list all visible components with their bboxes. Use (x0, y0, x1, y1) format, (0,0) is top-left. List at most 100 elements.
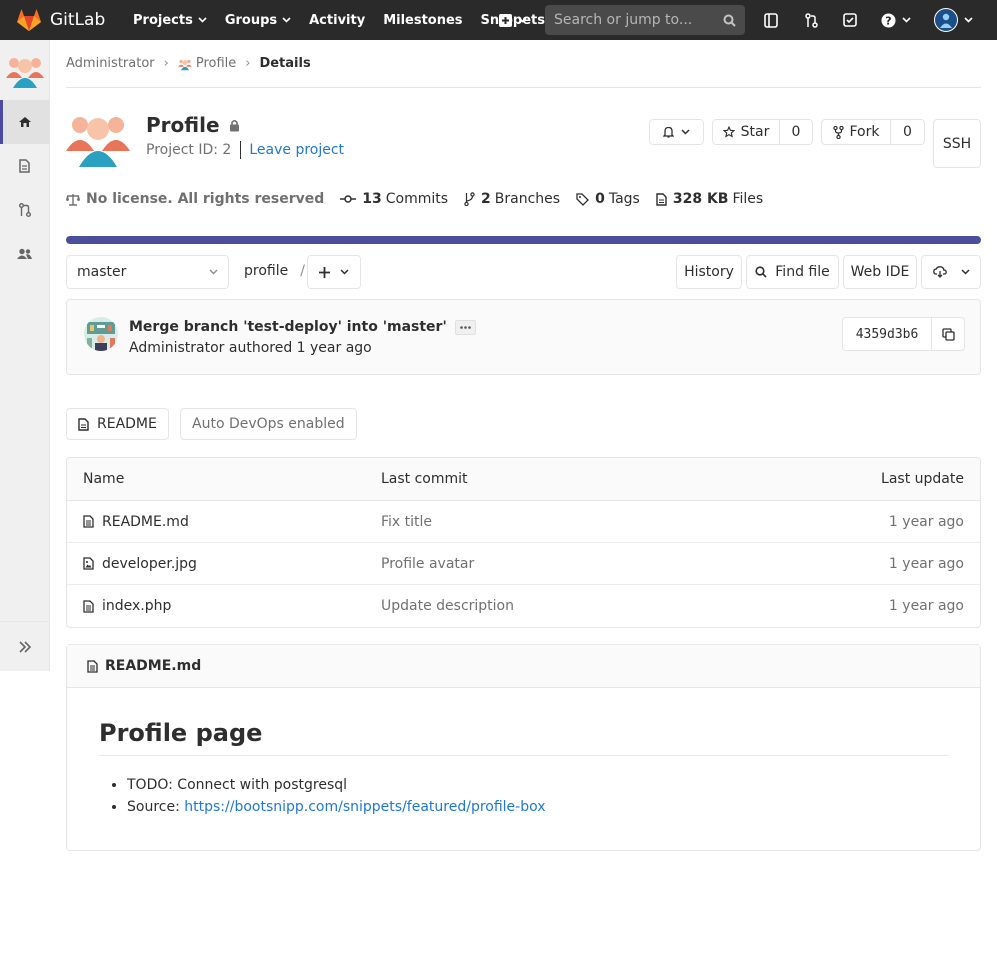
chevron-down-icon (960, 269, 970, 275)
file-updated: 1 year ago (888, 598, 964, 614)
tags-stat[interactable]: 0 Tags (576, 191, 640, 207)
files-stat[interactable]: 328 KB Files (656, 191, 763, 207)
file-text-icon (83, 515, 94, 528)
breadcrumb-administrator[interactable]: Administrator (66, 56, 155, 71)
brand-name: GitLab (50, 10, 106, 30)
sidebar-item-repository[interactable] (0, 144, 49, 188)
file-name-cell[interactable]: index.php (83, 585, 171, 627)
source-prefix: Source: (127, 799, 185, 815)
copy-sha-button[interactable] (931, 318, 964, 350)
branches-stat[interactable]: 2 Branches (464, 191, 560, 207)
table-row[interactable]: index.php Update description 1 year ago (67, 585, 980, 627)
new-dropdown[interactable] (496, 0, 530, 40)
clone-ssh-button[interactable]: SSH (933, 119, 981, 168)
commits-label: Commits (385, 191, 449, 207)
nav-activity[interactable]: Activity (300, 0, 374, 40)
fork-count[interactable]: 0 (890, 120, 924, 144)
breadcrumb-profile[interactable]: Profile (196, 56, 236, 71)
history-button[interactable]: History (676, 255, 742, 289)
license-stat[interactable]: No license. All rights reserved (66, 191, 324, 207)
notification-dropdown[interactable] (649, 119, 704, 145)
download-dropdown[interactable] (921, 255, 981, 289)
nav-groups[interactable]: Groups (216, 0, 300, 40)
user-menu[interactable] (932, 0, 974, 40)
branches-count: 2 (481, 191, 491, 207)
readme-button-label: README (97, 416, 157, 432)
search-input[interactable]: Search or jump to... (545, 5, 745, 35)
project-avatar-small[interactable] (5, 50, 45, 90)
project-name: Profile (146, 113, 220, 137)
web-ide-label: Web IDE (850, 264, 910, 280)
commit-message-link[interactable]: Merge branch 'test-deploy' into 'master' (129, 319, 447, 335)
help-dropdown[interactable]: ? (878, 0, 914, 40)
sidebar-item-merge-requests[interactable] (0, 188, 49, 232)
commits-stat[interactable]: 13 Commits (340, 191, 448, 207)
commit-sha[interactable]: 4359d3b6 (843, 318, 931, 350)
auto-devops-button[interactable]: Auto DevOps enabled (180, 408, 357, 440)
star-button[interactable]: Star 0 (712, 119, 813, 145)
path-separator: / (300, 263, 305, 279)
file-commit-message[interactable]: Fix title (381, 501, 432, 542)
star-label: Star (740, 124, 770, 140)
sidebar-toggle-icon-button[interactable] (760, 0, 782, 40)
last-commit-panel: Merge branch 'test-deploy' into 'master'… (66, 299, 981, 375)
file-name[interactable]: README.md (102, 514, 189, 530)
file-updated: 1 year ago (888, 555, 964, 572)
branch-select[interactable]: master (66, 255, 229, 289)
doc-icon (78, 417, 89, 431)
files-label: Files (732, 191, 764, 207)
file-name[interactable]: developer.jpg (102, 556, 197, 572)
commit-author-meta: Administrator authored 1 year ago (129, 340, 372, 356)
web-ide-button[interactable]: Web IDE (843, 255, 917, 289)
file-commit-message[interactable]: Profile avatar (381, 543, 474, 584)
file-name[interactable]: index.php (102, 598, 171, 614)
find-file-button[interactable]: Find file (746, 255, 839, 289)
sidebar-item-members[interactable] (0, 232, 49, 276)
file-commit-message[interactable]: Update description (381, 585, 514, 627)
readme-list: TODO: Connect with postgresql Source: ht… (127, 774, 546, 818)
column-last-update: Last update (881, 471, 964, 487)
chevron-down-icon (681, 129, 690, 135)
file-name-cell[interactable]: README.md (83, 501, 189, 542)
search-icon (723, 14, 736, 27)
add-to-tree-dropdown[interactable] (307, 255, 361, 289)
leave-project-link[interactable]: Leave project (249, 142, 344, 158)
todos-nav[interactable] (839, 0, 861, 40)
users-icon (17, 248, 32, 259)
clone-ssh-label: SSH (942, 135, 972, 152)
file-name-cell[interactable]: developer.jpg (83, 543, 197, 584)
source-link[interactable]: https://bootsnipp.com/snippets/featured/… (184, 799, 545, 815)
file-image-icon (83, 557, 94, 570)
chevron-down-icon (282, 17, 291, 23)
fork-icon (832, 125, 844, 139)
branch-name: master (77, 264, 127, 280)
path-root-link[interactable]: profile (244, 263, 288, 279)
top-navbar: GitLab Projects Groups Activity Mileston… (0, 0, 997, 40)
table-row[interactable]: README.md Fix title 1 year ago (67, 501, 980, 543)
auto-devops-label: Auto DevOps enabled (192, 416, 345, 432)
tanuki-icon (17, 9, 41, 31)
file-updated: 1 year ago (888, 513, 964, 530)
ellipsis-icon (459, 325, 471, 329)
merge-requests-nav[interactable] (800, 0, 822, 40)
gitlab-logo[interactable]: GitLab (0, 0, 113, 40)
project-avatar-tiny (178, 59, 192, 70)
expand-commit-description-button[interactable] (454, 319, 476, 335)
branch-icon (464, 192, 475, 206)
find-file-label: Find file (775, 264, 830, 280)
nav-projects[interactable]: Projects (124, 0, 216, 40)
breadcrumb-details[interactable]: Details (259, 56, 310, 71)
readme-file-link[interactable]: README.md (105, 658, 201, 674)
table-row[interactable]: developer.jpg Profile avatar 1 year ago (67, 543, 980, 585)
nav-milestones[interactable]: Milestones (374, 0, 471, 40)
files-size: 328 KB (672, 191, 729, 207)
sidebar-item-project-overview[interactable] (0, 100, 49, 144)
commit-title: Merge branch 'test-deploy' into 'master' (129, 319, 476, 335)
star-count[interactable]: 0 (779, 120, 812, 144)
collapse-sidebar-button[interactable] (0, 625, 49, 669)
readme-button[interactable]: README (66, 408, 169, 440)
search-icon (755, 266, 767, 278)
bell-icon (663, 126, 674, 138)
commit-author-avatar[interactable] (84, 317, 118, 351)
fork-button[interactable]: Fork 0 (821, 119, 925, 145)
